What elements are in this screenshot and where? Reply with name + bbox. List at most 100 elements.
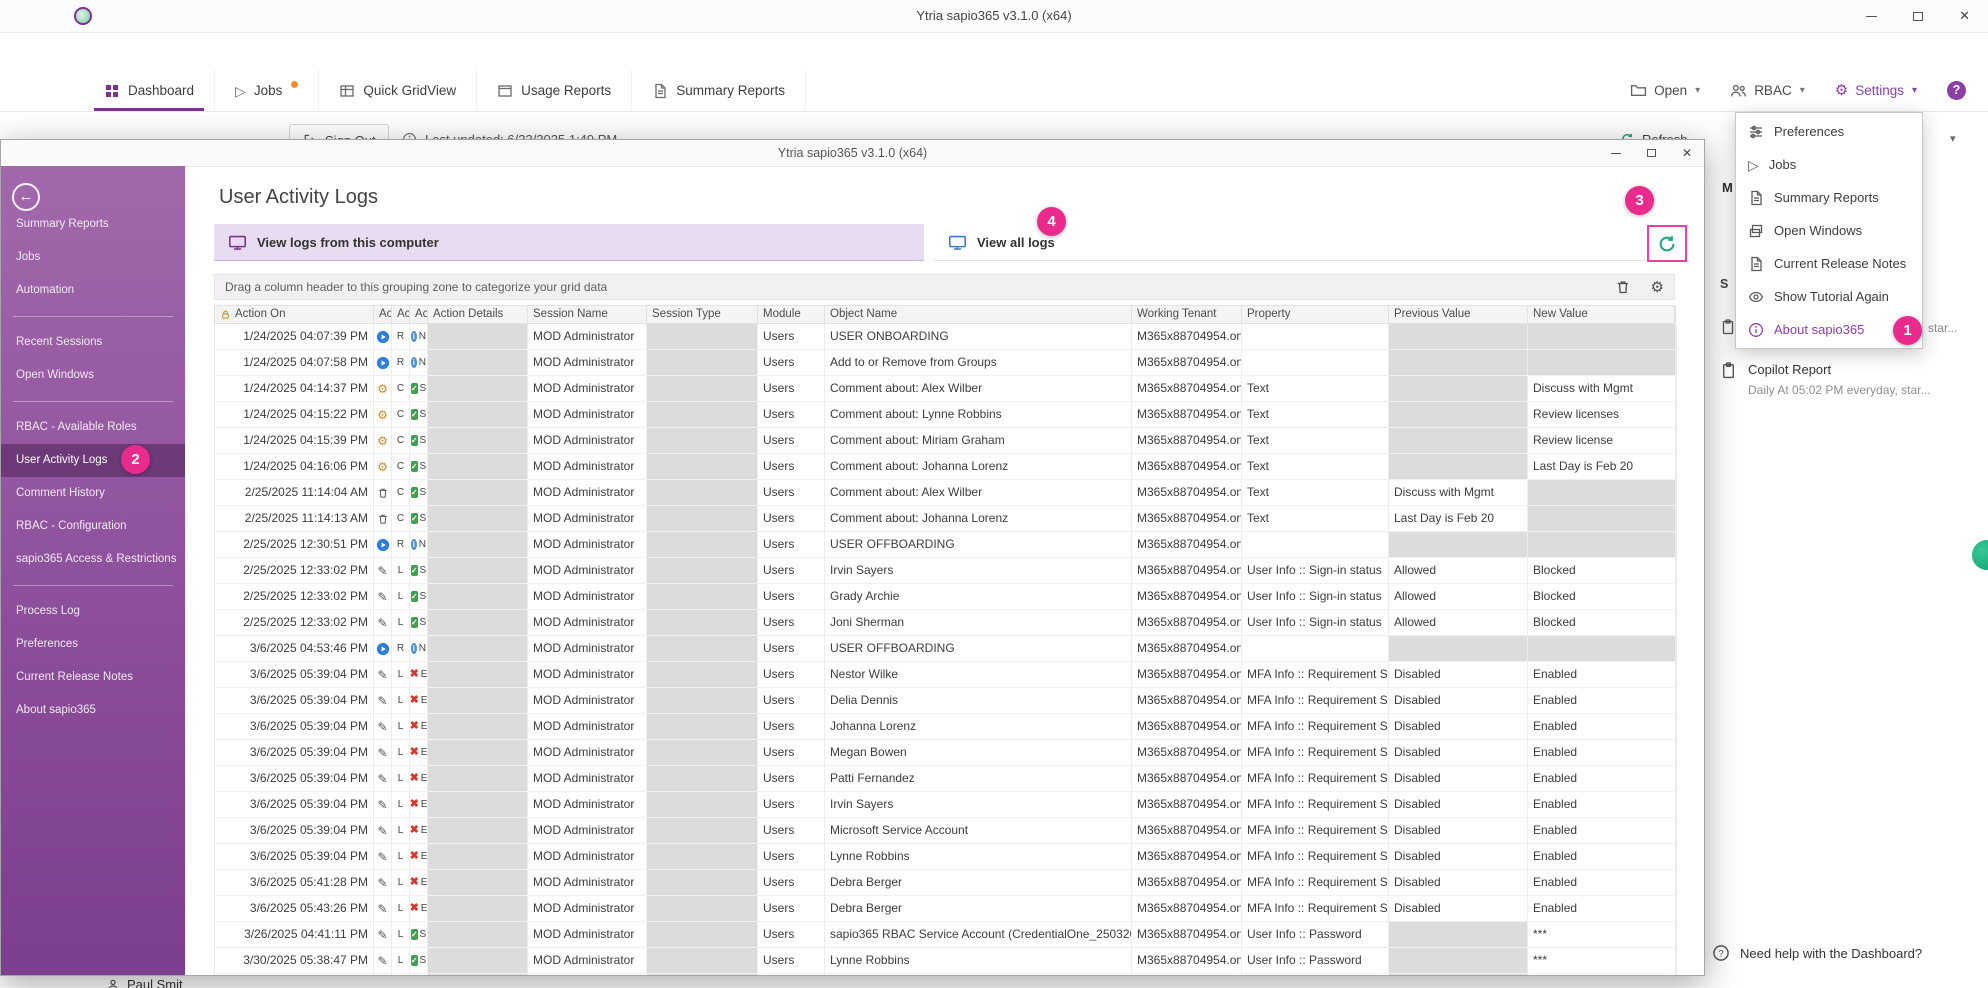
settings-menu-button[interactable]: ⚙Settings▾ [1835, 83, 1917, 99]
tab-label: Dashboard [128, 83, 194, 98]
column-header-action-on[interactable]: Action On [215, 306, 374, 323]
close-icon[interactable]: ✕ [1959, 8, 1970, 24]
sidebar-item-process-log[interactable]: Process Log [1, 595, 185, 628]
floating-button-fragment[interactable] [1972, 540, 1988, 570]
sidebar-item-about-sapio365[interactable]: About sapio365 [1, 694, 185, 727]
sidebar-item-summary-reports[interactable]: Summary Reports [1, 208, 185, 241]
column-header-module[interactable]: Module [758, 306, 825, 323]
grid-row[interactable]: 3/6/2025 05:43:26 PM✎L✖EMOD Administrato… [215, 896, 1676, 922]
column-header-session-name[interactable]: Session Name [528, 306, 647, 323]
minimize-icon[interactable] [1611, 152, 1621, 154]
cell-action-status: ✓S [410, 948, 428, 973]
window-title: Ytria sapio365 v3.1.0 (x64) [0, 0, 1988, 32]
grid-row[interactable]: 3/6/2025 05:39:04 PM✎L✖EMOD Administrato… [215, 688, 1676, 714]
sidebar-item-jobs[interactable]: Jobs [1, 241, 185, 274]
column-header-object-name[interactable]: Object Name [825, 306, 1132, 323]
grid-row[interactable]: 2/25/2025 11:14:04 AMC✓SMOD Administrato… [215, 480, 1676, 506]
column-header-property[interactable]: Property [1242, 306, 1389, 323]
menu-item-summary-reports[interactable]: Summary Reports [1736, 181, 1922, 214]
sidebar-item-recent-sessions[interactable]: Recent Sessions [1, 326, 185, 359]
column-header-label: Object Name [830, 306, 897, 323]
collapse-chevron-icon[interactable]: ▾ [1950, 124, 1956, 154]
sidebar-item-open-windows[interactable]: Open Windows [1, 359, 185, 392]
grid-row[interactable]: 2/25/2025 12:33:02 PM✎L✓SMOD Administrat… [215, 610, 1676, 636]
close-icon[interactable]: ✕ [1682, 146, 1692, 160]
tab-summary-reports[interactable]: Summary Reports [632, 70, 806, 111]
grid-row[interactable]: 3/6/2025 05:39:04 PM✎L✖EMOD Administrato… [215, 792, 1676, 818]
column-header-new-value[interactable]: New Value [1528, 306, 1676, 323]
grouping-zone[interactable]: Drag a column header to this grouping zo… [214, 274, 1675, 300]
cell-action-letter: C [392, 454, 410, 479]
tab-jobs[interactable]: ▷Jobs [215, 70, 319, 111]
back-button[interactable]: ← [12, 183, 40, 211]
grid-row[interactable]: 1/24/2025 04:15:39 PM⚙C✓SMOD Administrat… [215, 428, 1676, 454]
menu-item-label: Jobs [1769, 157, 1796, 172]
menu-item-jobs[interactable]: ▷Jobs [1736, 148, 1922, 181]
cell-new-value: Enabled [1528, 818, 1676, 843]
column-header-previous-value[interactable]: Previous Value [1389, 306, 1528, 323]
menu-item-label: Summary Reports [1774, 190, 1879, 205]
sidebar-item-preferences[interactable]: Preferences [1, 628, 185, 661]
minimize-icon[interactable] [1866, 15, 1877, 17]
menu-item-current-release-notes[interactable]: Current Release Notes [1736, 247, 1922, 280]
grid-row[interactable]: 3/6/2025 05:39:04 PM✎L✖EMOD Administrato… [215, 818, 1676, 844]
column-header-working-tenant[interactable]: Working Tenant [1132, 306, 1242, 323]
cell-working-tenant: M365x88704954.onm [1132, 818, 1242, 843]
copilot-report-item[interactable] [1720, 362, 1737, 380]
schedule-list-item[interactable] [1720, 318, 1736, 336]
sidebar-item-rbac-available-roles[interactable]: RBAC - Available Roles [1, 411, 185, 444]
grid-row[interactable]: 1/24/2025 04:15:22 PM⚙C✓SMOD Administrat… [215, 402, 1676, 428]
maximize-icon[interactable] [1913, 12, 1923, 21]
column-header-ac[interactable]: Ac... [392, 306, 410, 323]
grid-row[interactable]: 2/25/2025 11:14:13 AMC✓SMOD Administrato… [215, 506, 1676, 532]
open-menu-button[interactable]: Open▾ [1630, 82, 1700, 99]
grid-row[interactable]: 3/30/2025 05:38:47 PM✎L✓SMOD Administrat… [215, 948, 1676, 974]
grid-row[interactable]: 1/24/2025 04:14:37 PM⚙C✓SMOD Administrat… [215, 376, 1676, 402]
help-button[interactable]: ? [1947, 81, 1966, 100]
cell-action-letter: L [392, 948, 410, 973]
column-header-ac[interactable]: Ac... [374, 306, 392, 323]
tab-quick-gridview[interactable]: Quick GridView [319, 70, 477, 111]
tab-usage-reports[interactable]: Usage Reports [477, 70, 632, 111]
column-header-ac[interactable]: Ac... [410, 306, 428, 323]
grid-row[interactable]: 3/6/2025 05:39:04 PM✎L✖EMOD Administrato… [215, 766, 1676, 792]
grid-row[interactable]: 1/24/2025 04:07:39 PMRiNMOD Administrato… [215, 324, 1676, 350]
view-local-logs-tab[interactable]: View logs from this computer [214, 224, 924, 261]
sidebar-item-user-activity-logs[interactable]: User Activity Logs [1, 444, 185, 477]
clip-icon [1720, 319, 1736, 335]
grid-row[interactable]: 3/6/2025 05:41:28 PM✎L✖EMOD Administrato… [215, 870, 1676, 896]
menu-item-show-tutorial-again[interactable]: Show Tutorial Again [1736, 280, 1922, 313]
grid-row[interactable]: 2/25/2025 12:33:02 PM✎L✓SMOD Administrat… [215, 584, 1676, 610]
grid-row[interactable]: 3/6/2025 05:39:04 PM✎L✖EMOD Administrato… [215, 714, 1676, 740]
tab-dashboard[interactable]: Dashboard [84, 70, 215, 111]
column-header-action-details[interactable]: Action Details [428, 306, 528, 323]
menu-item-preferences[interactable]: Preferences [1736, 115, 1922, 148]
grid-row[interactable]: 3/6/2025 05:39:04 PM✎L✖EMOD Administrato… [215, 844, 1676, 870]
grid-row[interactable]: 3/6/2025 05:39:04 PM✎L✖EMOD Administrato… [215, 740, 1676, 766]
cell-session-type [647, 610, 758, 635]
grid-row[interactable]: 3/30/2025 05:38:47 PM✎L✓SMOD Administrat… [215, 974, 1676, 975]
sidebar-item-current-release-notes[interactable]: Current Release Notes [1, 661, 185, 694]
maximize-icon[interactable] [1647, 149, 1656, 157]
grid-refresh-button[interactable] [1647, 225, 1687, 262]
grid-row[interactable]: 3/6/2025 04:53:46 PMRiNMOD Administrator… [215, 636, 1676, 662]
rbac-menu-button[interactable]: RBAC▾ [1730, 82, 1805, 99]
grid-row[interactable]: 1/24/2025 04:07:58 PMRiNMOD Administrato… [215, 350, 1676, 376]
grid-settings-button[interactable]: ⚙ [1651, 279, 1664, 294]
cell-action-letter: L [392, 844, 410, 869]
grid-row[interactable]: 2/25/2025 12:33:02 PM✎L✓SMOD Administrat… [215, 558, 1676, 584]
cell-property: MFA Info :: Requirement Sta [1242, 896, 1389, 921]
column-header-session-type[interactable]: Session Type [647, 306, 758, 323]
sidebar-item-rbac-configuration[interactable]: RBAC - Configuration [1, 510, 185, 543]
menu-item-open-windows[interactable]: Open Windows [1736, 214, 1922, 247]
clear-grid-button[interactable] [1615, 279, 1631, 295]
grid-row[interactable]: 3/26/2025 04:41:11 PM✎L✓SMOD Administrat… [215, 922, 1676, 948]
grid-row[interactable]: 1/24/2025 04:16:06 PM⚙C✓SMOD Administrat… [215, 454, 1676, 480]
sidebar-item-sapio365-access-restrictions[interactable]: sapio365 Access & Restrictions [1, 543, 185, 576]
dashboard-help-link[interactable]: Need help with the Dashboard? [1740, 946, 1922, 961]
sidebar-item-automation[interactable]: Automation [1, 274, 185, 307]
success-icon: ✓ [411, 929, 418, 940]
grid-row[interactable]: 2/25/2025 12:30:51 PMRiNMOD Administrato… [215, 532, 1676, 558]
sidebar-item-comment-history[interactable]: Comment History [1, 477, 185, 510]
grid-row[interactable]: 3/6/2025 05:39:04 PM✎L✖EMOD Administrato… [215, 662, 1676, 688]
